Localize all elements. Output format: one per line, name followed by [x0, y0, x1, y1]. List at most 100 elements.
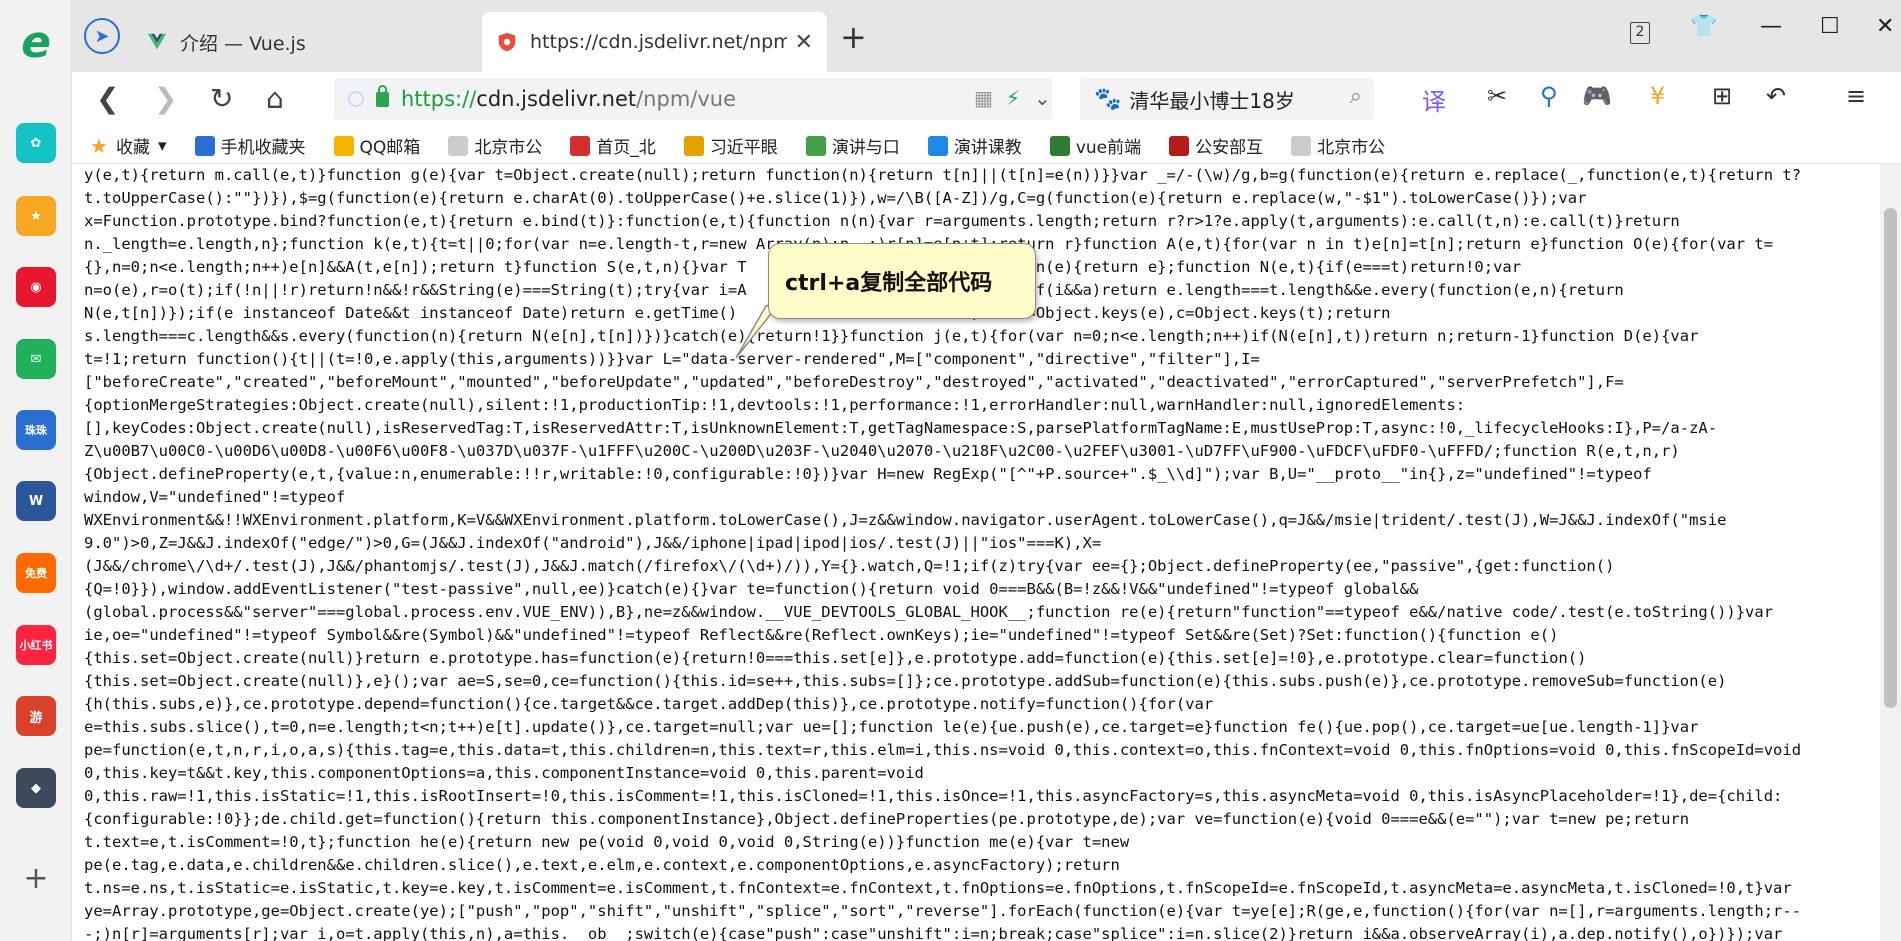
code-line: {configurable:!0}};de.child.get=function…	[84, 810, 1690, 828]
bookmark-label: 演讲与口	[831, 138, 900, 158]
game-extension-icon[interactable]: 🎮	[1582, 82, 1612, 110]
favorites-star-app-icon[interactable]: ★	[16, 196, 56, 236]
menu-icon[interactable]: ≡	[1846, 82, 1866, 110]
code-line: pe=function(e,t,n,r,i,o,a,s){this.tag=e,…	[84, 741, 1802, 759]
game3-app-icon[interactable]: ◆	[16, 768, 56, 808]
bookmark-item[interactable]: 北京市公	[448, 133, 542, 158]
scissors-icon[interactable]: ✂	[1487, 82, 1507, 110]
bookmark-label: 演讲课教	[953, 138, 1022, 158]
novel-app-icon[interactable]: 免费	[16, 553, 56, 593]
bookmark-label: 公安部互	[1195, 138, 1264, 158]
url-scheme: https://	[401, 87, 477, 111]
dropdown-chevron-icon[interactable]: ⌄	[1034, 86, 1051, 110]
search-box[interactable]: 🐾 清华最小博士18岁 ⌕	[1080, 78, 1374, 120]
code-line: Z\u00B7\u00C0-\u00D6\u00D8-\u00F6\u00F8-…	[84, 442, 1680, 460]
search-icon[interactable]: ⌕	[1350, 84, 1362, 109]
weibo-app-icon[interactable]: ◉	[16, 267, 56, 307]
bookmark-label: 北京市公	[474, 138, 543, 158]
undo-icon[interactable]: ↶	[1766, 82, 1786, 110]
vertical-scrollbar[interactable]	[1880, 164, 1901, 941]
code-line: {Q=!0}}),window.addEventListener("test-p…	[84, 580, 1419, 598]
tab-count-badge[interactable]: 2	[1630, 22, 1650, 44]
address-bar[interactable]: https://cdn.jsdelivr.net/npm/vue ▦ ⚡ ⌄	[334, 78, 1052, 120]
code-line: 9.0")>0,Z=J&&J.indexOf("edge/")>0,G=(J&&…	[84, 534, 1102, 552]
bookmark-item[interactable]: 公安部互	[1169, 133, 1263, 158]
word-app-icon[interactable]: W	[16, 481, 56, 521]
maximize-icon[interactable]: ☐	[1820, 14, 1840, 39]
bookmark-item[interactable]: 习近平眼	[683, 133, 778, 158]
mail-app-icon[interactable]: ✉	[16, 339, 56, 379]
tooltip-text: ctrl+a复制全部代码	[785, 271, 993, 296]
bookmarks-bar: ★ 收藏 ▾ 手机收藏夹 QQ邮箱 北京市公 首页_北 习近平眼 演讲与口 演讲课教 vue前端 公…	[72, 128, 1901, 164]
new-tab-button[interactable]: +	[840, 18, 867, 56]
code-line: pe(e.tag,e.data,e.children&&e.children.s…	[84, 856, 1120, 874]
back-icon[interactable]: ❮	[96, 82, 119, 115]
bookmark-label: vue前端	[1075, 138, 1142, 158]
minimize-icon[interactable]: —	[1760, 14, 1782, 39]
coupon-extension-icon[interactable]: ¥	[1650, 82, 1665, 110]
bookmark-item[interactable]: ★ 收藏 ▾	[90, 133, 167, 159]
close-tab-icon[interactable]: ✕	[795, 30, 813, 55]
navigation-compass-icon[interactable]: ➤	[84, 18, 120, 54]
code-line: (global.process&&"server"===global.proce…	[84, 603, 1774, 621]
tab-strip: ➤ 介绍 — Vue.js https://cdn.jsdelivr.net/n…	[72, 0, 1901, 72]
code-line: window,V="undefined"!=typeof	[84, 488, 346, 506]
home-icon[interactable]: ⌂	[266, 82, 284, 115]
lightning-icon[interactable]: ⚡	[1006, 86, 1020, 110]
code-line: e=this.subs.slice(),t=0,n=e.length;t<n;t…	[84, 718, 1699, 736]
code-line: WXEnvironment&&!!WXEnvironment.platform,…	[84, 511, 1727, 529]
bookmark-item[interactable]: 演讲与口	[805, 133, 900, 158]
caret-down-icon[interactable]: ▾	[158, 136, 167, 156]
scrollbar-thumb[interactable]	[1884, 208, 1897, 708]
bookmark-label: 收藏	[116, 138, 150, 158]
close-window-icon[interactable]: ✕	[1876, 14, 1894, 39]
bookmark-favicon-icon	[1291, 135, 1312, 156]
reload-icon[interactable]: ↻	[210, 82, 233, 115]
bookmark-favicon-icon	[570, 135, 591, 156]
browser-logo-icon[interactable]: e	[14, 17, 58, 68]
bookmark-item[interactable]: 首页_北	[570, 133, 656, 158]
copy-hint-tooltip: ctrl+a复制全部代码	[768, 243, 1036, 319]
vue-logo-icon	[147, 33, 167, 50]
qr-code-icon[interactable]: ▦	[974, 86, 993, 110]
bookmark-item[interactable]: vue前端	[1049, 133, 1142, 158]
tab-title: https://cdn.jsdelivr.net/npm/vue	[530, 31, 787, 53]
bookmark-label: 北京市公	[1317, 138, 1386, 158]
baidu-paw-icon: 🐾	[1094, 86, 1122, 112]
code-line: t.toUpperCase():""})}),$=g(function(e){r…	[84, 189, 1587, 207]
bookmark-favicon-icon	[194, 135, 215, 156]
shield-favicon-icon	[498, 32, 516, 52]
forward-icon[interactable]: ❯	[154, 82, 177, 115]
code-line: -;)n[r]=arguments[r];var i,o=t.apply(thi…	[84, 925, 1783, 941]
code-line: {this.set=Object.create(null)},e}();var …	[84, 672, 1727, 690]
bookmark-item[interactable]: QQ邮箱	[333, 133, 421, 158]
code-line: [],keyCodes:Object.create(null),isReserv…	[84, 419, 1718, 437]
apps-grid-icon[interactable]: ⊞	[1712, 82, 1732, 110]
bookmark-label: 首页_北	[596, 138, 656, 158]
bookmark-label: QQ邮箱	[359, 138, 421, 158]
translate-icon[interactable]: 译	[1422, 82, 1446, 117]
left-sidebar: e ✿ ★ ◉ ✉ 珠珠 W 免费小红书游 ◆ +	[0, 0, 72, 941]
bookmark-favicon-icon	[1049, 135, 1070, 156]
site-info-icon[interactable]	[348, 91, 364, 107]
bookmark-favicon-icon	[683, 135, 704, 156]
code-line: ie,oe="undefined"!=typeof Symbol&&re(Sym…	[84, 626, 1559, 644]
code-line: ye=Array.prototype,ge=Object.create(ye);…	[84, 902, 1802, 920]
bookmark-item[interactable]: 演讲课教	[927, 133, 1022, 158]
code-line: {h(this.subs,e)},ce.prototype.depend=fun…	[84, 695, 1214, 713]
tab-cdn-vue[interactable]: https://cdn.jsdelivr.net/npm/vue ✕	[482, 12, 827, 72]
code-line: {Object.defineProperty(e,t,{value:n,enum…	[84, 465, 1652, 483]
game-app-icon[interactable]: 珠珠	[16, 410, 56, 450]
code-line: 0,this.key=t&&t.key,this.componentOption…	[84, 764, 924, 782]
shirt-skin-icon[interactable]: 👕	[1690, 14, 1717, 39]
bookmark-item[interactable]: 手机收藏夹	[194, 133, 306, 158]
clover-app-icon[interactable]: ✿	[16, 123, 56, 163]
bookmark-item[interactable]: 北京市公	[1291, 133, 1385, 158]
xiaohongshu-app-icon[interactable]: 小红书	[16, 625, 56, 665]
add-app-icon[interactable]: +	[16, 858, 56, 898]
code-line: ["beforeCreate","created","beforeMount",…	[84, 373, 1624, 391]
toolbar: ❮ ❯ ↻ ⌂ https://cdn.jsdelivr.net/npm/vue…	[72, 72, 1901, 128]
search-tool-icon[interactable]: ⚲	[1540, 82, 1558, 110]
game2-app-icon[interactable]: 游	[16, 696, 56, 736]
search-text: 清华最小博士18岁	[1129, 88, 1295, 113]
